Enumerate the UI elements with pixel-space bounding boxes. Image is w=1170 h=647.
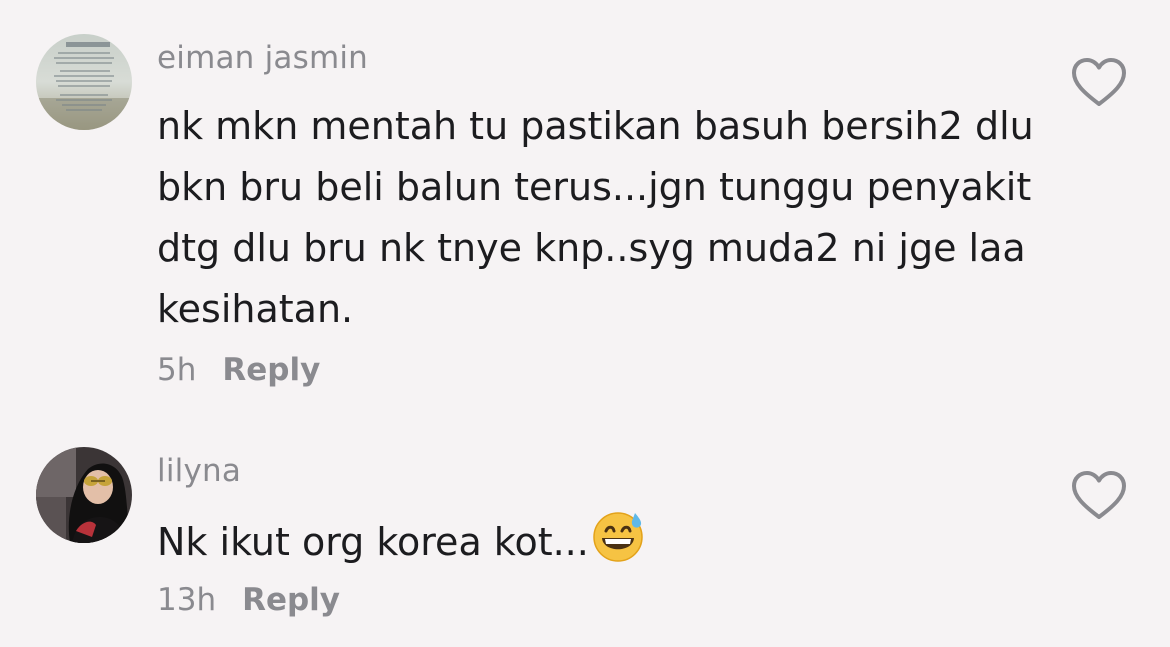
reply-button[interactable]: Reply — [242, 582, 340, 618]
comment-item: lilyna Nk ikut org korea kot... 13h Repl… — [0, 420, 1170, 647]
heart-outline-icon — [1072, 58, 1126, 106]
comment-meta: 5h Reply — [157, 352, 320, 388]
comment-meta: 13h Reply — [157, 582, 340, 618]
timestamp: 5h — [157, 352, 197, 388]
comment-text: Nk ikut org korea kot... — [157, 509, 1037, 581]
avatar[interactable] — [36, 34, 132, 130]
heart-outline-icon — [1072, 471, 1126, 519]
username[interactable]: eiman jasmin — [157, 40, 368, 76]
reply-button[interactable]: Reply — [222, 352, 320, 388]
avatar[interactable] — [36, 447, 132, 543]
like-button[interactable] — [1071, 470, 1127, 522]
like-button[interactable] — [1071, 57, 1127, 109]
username[interactable]: lilyna — [157, 453, 241, 489]
comment-text-body: Nk ikut org korea kot... — [157, 520, 589, 564]
timestamp: 13h — [157, 582, 217, 618]
comment-item: eiman jasmin nk mkn mentah tu pastikan b… — [0, 0, 1170, 420]
grinning-face-with-sweat-icon — [591, 509, 645, 581]
avatar-image — [36, 447, 132, 543]
comment-list: eiman jasmin nk mkn mentah tu pastikan b… — [0, 0, 1170, 647]
avatar-image — [36, 34, 132, 130]
comment-text: nk mkn mentah tu pastikan basuh bersih2 … — [157, 104, 1034, 331]
